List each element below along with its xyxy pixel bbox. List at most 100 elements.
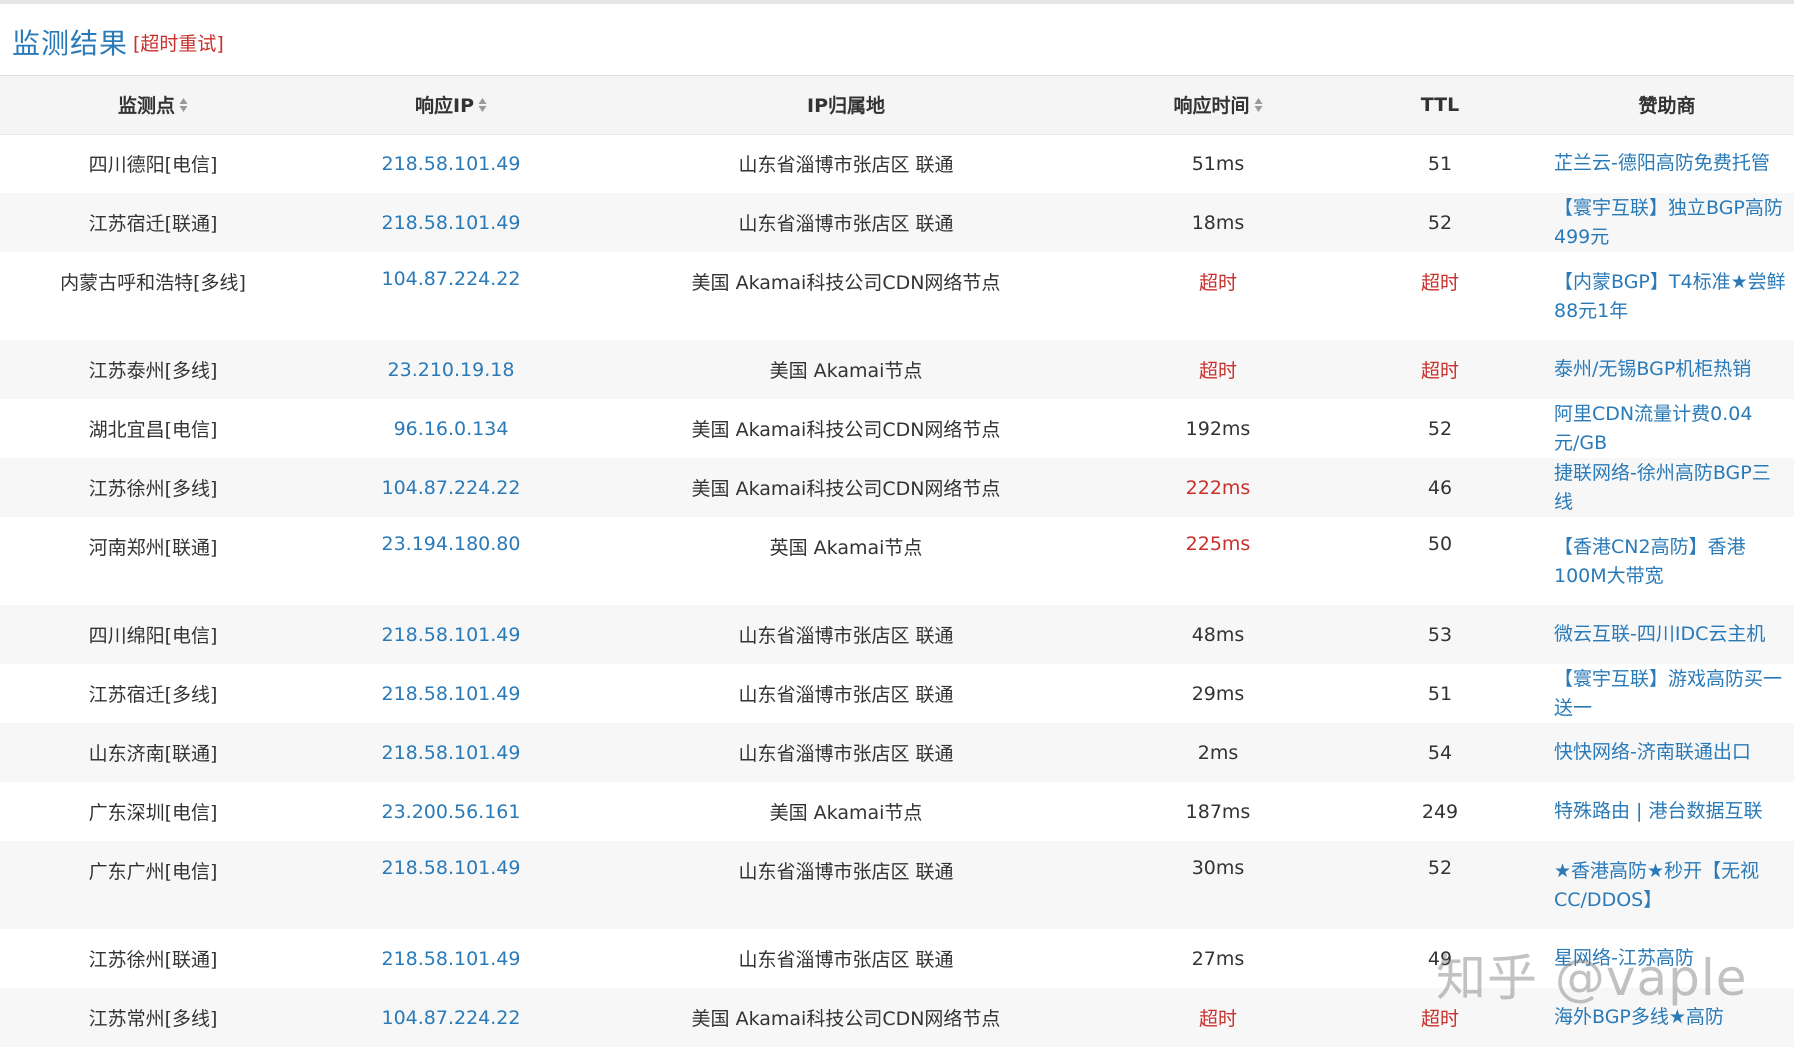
location-cell: 山东省淄博市张店区 联通 (738, 861, 954, 883)
sponsor-link[interactable]: 阿里CDN流量计费0.04元/GB (1554, 403, 1752, 454)
table-row: 内蒙古呼和浩特[多线] 104.87.224.22 美国 Akamai科技公司C… (0, 252, 1794, 340)
ip-link[interactable]: 218.58.101.49 (381, 624, 520, 646)
location-cell: 山东省淄博市张店区 联通 (738, 743, 954, 765)
ttl-cell: 50 (1427, 533, 1453, 555)
location-cell: 美国 Akamai科技公司CDN网络节点 (691, 272, 1001, 294)
column-header-time[interactable]: 响应时间 (1096, 76, 1340, 135)
ip-link[interactable]: 218.58.101.49 (381, 212, 520, 234)
sponsor-link[interactable]: 特殊路由 | 港台数据互联 (1554, 800, 1762, 822)
sponsor-cell: 微云互联-四川IDC云主机 (1540, 605, 1794, 664)
sponsor-link[interactable]: 快快网络-济南联通出口 (1554, 741, 1751, 763)
node-cell: 江苏徐州[多线] (88, 478, 218, 500)
ttl-cell: 49 (1427, 947, 1453, 970)
column-header-location: IP归属地 (596, 76, 1096, 135)
table-row: 江苏常州[多线] 104.87.224.22 美国 Akamai科技公司CDN网… (0, 988, 1794, 1047)
ttl-cell: 46 (1427, 476, 1453, 499)
location-cell: 美国 Akamai节点 (769, 802, 923, 824)
ip-link[interactable]: 96.16.0.134 (394, 418, 509, 440)
column-header-ip[interactable]: 响应IP (306, 76, 596, 135)
sponsor-link[interactable]: 星网络-江苏高防 (1554, 947, 1694, 969)
table-row: 湖北宜昌[电信] 96.16.0.134 美国 Akamai科技公司CDN网络节… (0, 399, 1794, 458)
column-header-ttl: TTL (1340, 76, 1540, 135)
ttl-cell: 54 (1427, 741, 1453, 764)
node-cell: 广东广州[电信] (88, 861, 218, 883)
ttl-cell: 超时 (1420, 1008, 1459, 1030)
table-row: 江苏徐州[多线] 104.87.224.22 美国 Akamai科技公司CDN网… (0, 458, 1794, 517)
location-cell: 英国 Akamai节点 (769, 537, 923, 559)
sponsor-cell: 海外BGP多线★高防 (1540, 988, 1794, 1047)
ip-link[interactable]: 218.58.101.49 (381, 742, 520, 764)
node-cell: 四川德阳[电信] (88, 154, 218, 177)
sponsor-cell: 【寰宇互联】游戏高防买一送一 (1540, 664, 1794, 723)
ip-link[interactable]: 104.87.224.22 (381, 477, 520, 499)
ttl-cell: 52 (1427, 211, 1453, 234)
sponsor-link[interactable]: ★香港高防★秒开【无视CC/DDOS】 (1554, 860, 1759, 911)
sort-icon[interactable] (478, 97, 487, 113)
time-cell: 192ms (1185, 417, 1251, 440)
location-cell: 美国 Akamai科技公司CDN网络节点 (691, 478, 1001, 500)
ip-cell: 104.87.224.22 (306, 988, 596, 1047)
ip-cell: 218.58.101.49 (306, 605, 596, 664)
sponsor-link[interactable]: 微云互联-四川IDC云主机 (1554, 623, 1765, 645)
time-cell: 187ms (1185, 800, 1251, 823)
node-cell: 山东济南[联通] (88, 743, 218, 765)
sponsor-link[interactable]: 捷联网络-徐州高防BGP三线 (1554, 462, 1771, 513)
page-title: 监测结果 (12, 27, 129, 60)
sort-icon[interactable] (1254, 97, 1263, 113)
ttl-cell: 52 (1427, 857, 1453, 879)
sponsor-link[interactable]: 【香港CN2高防】香港100M大带宽 (1554, 536, 1746, 587)
sponsor-cell: 芷兰云-德阳高防免费托管 (1540, 134, 1794, 193)
ip-link[interactable]: 218.58.101.49 (381, 857, 520, 879)
sponsor-link[interactable]: 【寰宇互联】游戏高防买一送一 (1554, 668, 1782, 719)
table-row: 四川绵阳[电信] 218.58.101.49 山东省淄博市张店区 联通 48ms… (0, 605, 1794, 664)
sponsor-link[interactable]: 芷兰云-德阳高防免费托管 (1554, 152, 1770, 174)
sponsor-link[interactable]: 【内蒙BGP】T4标准★尝鲜88元1年 (1554, 271, 1786, 322)
node-cell: 江苏徐州[联通] (88, 949, 218, 971)
table-row: 江苏宿迁[联通] 218.58.101.49 山东省淄博市张店区 联通 18ms… (0, 193, 1794, 252)
time-cell: 48ms (1191, 623, 1245, 646)
ip-link[interactable]: 218.58.101.49 (381, 153, 520, 175)
time-cell: 222ms (1096, 458, 1340, 517)
ip-link[interactable]: 23.210.19.18 (388, 359, 515, 381)
sponsor-cell: 特殊路由 | 港台数据互联 (1540, 782, 1794, 841)
results-header: 监测结果 [超时重试] (0, 4, 1794, 76)
ip-link[interactable]: 23.194.180.80 (381, 533, 520, 555)
sponsor-link[interactable]: 【寰宇互联】独立BGP高防499元 (1554, 197, 1783, 248)
table-body: 四川德阳[电信] 218.58.101.49 山东省淄博市张店区 联通 51ms… (0, 134, 1794, 1047)
sponsor-link[interactable]: 海外BGP多线★高防 (1554, 1006, 1724, 1028)
timeout-retry-link[interactable]: [超时重试] (133, 29, 224, 56)
ip-cell: 218.58.101.49 (306, 841, 596, 929)
time-cell: 超时 (1198, 1008, 1237, 1030)
table-row: 四川德阳[电信] 218.58.101.49 山东省淄博市张店区 联通 51ms… (0, 134, 1794, 193)
sponsor-cell: 【内蒙BGP】T4标准★尝鲜88元1年 (1540, 252, 1794, 340)
ip-link[interactable]: 104.87.224.22 (381, 268, 520, 290)
sort-icon[interactable] (179, 97, 188, 113)
column-header-node[interactable]: 监测点 (0, 76, 306, 135)
ip-cell: 218.58.101.49 (306, 134, 596, 193)
node-cell: 江苏宿迁[联通] (88, 213, 218, 235)
table-row: 河南郑州[联通] 23.194.180.80 英国 Akamai节点 225ms… (0, 517, 1794, 605)
time-cell: 225ms (1096, 517, 1340, 605)
node-cell: 江苏宿迁[多线] (88, 684, 218, 706)
table-row: 江苏徐州[联通] 218.58.101.49 山东省淄博市张店区 联通 27ms… (0, 929, 1794, 988)
ip-cell: 218.58.101.49 (306, 723, 596, 782)
node-cell: 湖北宜昌[电信] (88, 419, 218, 441)
location-cell: 山东省淄博市张店区 联通 (738, 625, 954, 647)
ip-cell: 218.58.101.49 (306, 664, 596, 723)
ip-link[interactable]: 23.200.56.161 (381, 801, 520, 823)
ip-link[interactable]: 218.58.101.49 (381, 683, 520, 705)
sponsor-cell: 快快网络-济南联通出口 (1540, 723, 1794, 782)
time-cell: 18ms (1191, 211, 1245, 234)
sponsor-cell: 阿里CDN流量计费0.04元/GB (1540, 399, 1794, 458)
time-cell: 29ms (1191, 682, 1245, 705)
ip-cell: 104.87.224.22 (306, 252, 596, 340)
sponsor-link[interactable]: 泰州/无锡BGP机柜热销 (1554, 358, 1751, 380)
ip-cell: 23.210.19.18 (306, 340, 596, 399)
ip-cell: 104.87.224.22 (306, 458, 596, 517)
location-cell: 美国 Akamai节点 (769, 360, 923, 382)
slow-time-value: 225ms (1185, 533, 1251, 555)
table-header: 监测点 响应IP IP归属地 响应时间 TTL 赞助商 (0, 76, 1794, 135)
ip-cell: 218.58.101.49 (306, 929, 596, 988)
ip-link[interactable]: 218.58.101.49 (381, 948, 520, 970)
ip-link[interactable]: 104.87.224.22 (381, 1007, 520, 1029)
